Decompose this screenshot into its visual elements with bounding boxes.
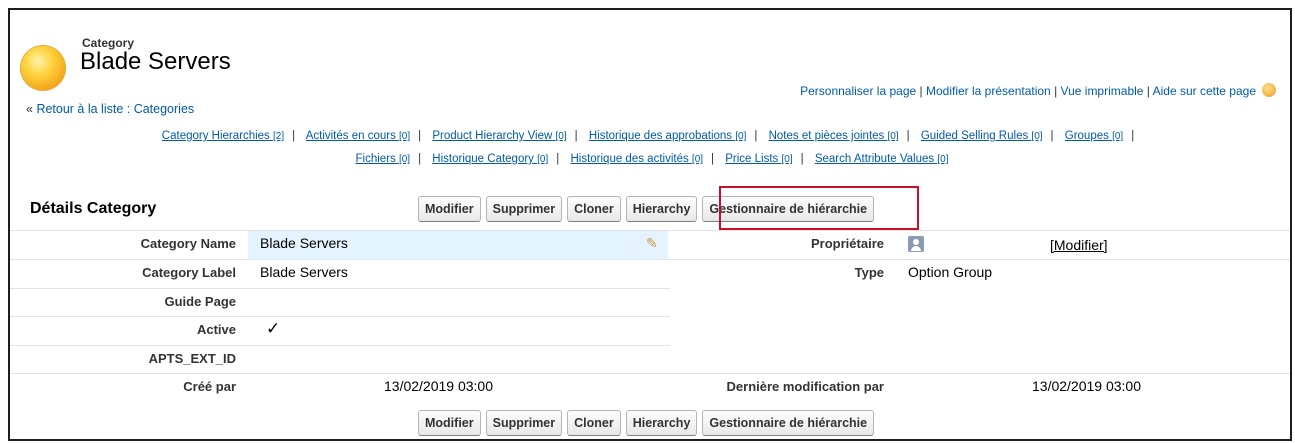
section-title: Détails Category xyxy=(30,200,157,217)
detail-row-5: APTS_EXT_ID xyxy=(10,345,670,374)
clone-button[interactable]: Cloner xyxy=(567,410,621,436)
related-link-groups[interactable]: Groupes [0] xyxy=(1065,130,1123,142)
back-to-list-link[interactable]: Retour à la liste : Categories xyxy=(36,102,194,116)
related-link-activity-history[interactable]: Historique des activités [0] xyxy=(570,153,703,165)
hierarchy-button[interactable]: Hierarchy xyxy=(625,410,698,436)
field-value-type: Option Group xyxy=(908,264,993,280)
category-sun-icon xyxy=(20,45,66,91)
change-owner-link[interactable]: [Modifier] xyxy=(1050,237,1108,253)
edit-pencil-icon[interactable]: ✎ xyxy=(646,235,658,252)
hierarchy-button[interactable]: Hierarchy xyxy=(625,196,698,222)
field-value-category-name: Blade Servers xyxy=(260,235,348,251)
field-label-last-modified-by: Dernière modification par xyxy=(726,379,884,394)
related-list-links: Category Hierarchies [2] | Activités en c… xyxy=(10,125,1290,171)
checkmark-icon: ✓ xyxy=(266,319,281,338)
detail-row-3: Guide Page xyxy=(10,288,670,317)
field-label-apts-ext-id: APTS_EXT_ID xyxy=(148,351,236,366)
related-link-notes-attachments[interactable]: Notes et pièces jointes [0] xyxy=(769,130,899,142)
related-link-approval-history[interactable]: Historique des approbations [0] xyxy=(589,130,747,142)
field-value-created-by: 13/02/2019 03:00 xyxy=(384,378,493,394)
field-label-created-by: Créé par xyxy=(183,379,236,394)
related-link-category-hierarchies[interactable]: Category Hierarchies [2] xyxy=(162,130,284,142)
related-link-category-history[interactable]: Historique Category [0] xyxy=(432,153,548,165)
related-link-search-attribute-values[interactable]: Search Attribute Values [0] xyxy=(815,153,949,165)
delete-button[interactable]: Supprimer xyxy=(485,196,563,222)
help-icon[interactable] xyxy=(1262,83,1276,97)
related-link-open-activities[interactable]: Activités en cours [0] xyxy=(306,130,410,142)
detail-row-1: Category Name Blade Servers ✎ Propriétai… xyxy=(10,230,1290,259)
clone-button[interactable]: Cloner xyxy=(567,196,621,222)
edit-button[interactable]: Modifier xyxy=(418,410,481,436)
related-link-price-lists[interactable]: Price Lists [0] xyxy=(725,153,792,165)
page-utility-links: Personnaliser la page | Modifier la prés… xyxy=(800,83,1276,98)
printable-view-link[interactable]: Vue imprimable xyxy=(1061,84,1144,98)
hierarchy-manager-button[interactable]: Gestionnaire de hiérarchie xyxy=(702,410,875,436)
back-prefix: « xyxy=(26,102,37,116)
link-separator: | xyxy=(1146,84,1150,98)
field-label-type: Type xyxy=(854,265,884,280)
related-links-row-1: Category Hierarchies [2] | Activités en c… xyxy=(161,130,1135,142)
related-link-guided-selling-rules[interactable]: Guided Selling Rules [0] xyxy=(921,130,1043,142)
top-button-bar: Modifier Supprimer Cloner Hierarchy Gest… xyxy=(418,196,875,222)
field-value-last-modified-by: 13/02/2019 03:00 xyxy=(1032,378,1141,394)
breadcrumb: « Retour à la liste : Categories xyxy=(26,102,194,116)
detail-row-2: Category Label Blade Servers Type Option… xyxy=(10,259,1290,288)
field-label-owner: Propriétaire xyxy=(811,236,884,251)
detail-row-6: Créé par 13/02/2019 03:00 Dernière modif… xyxy=(10,373,1290,402)
field-label-active: Active xyxy=(196,322,236,337)
related-links-row-2: Fichiers [0] | Historique Category [0] | H… xyxy=(355,153,949,165)
field-value-category-label: Blade Servers xyxy=(260,264,348,280)
edit-button[interactable]: Modifier xyxy=(418,196,481,222)
customize-page-link[interactable]: Personnaliser la page xyxy=(800,84,916,98)
link-separator: | xyxy=(919,84,923,98)
related-link-files[interactable]: Fichiers [0] xyxy=(356,153,411,165)
user-avatar-icon[interactable] xyxy=(908,236,924,252)
bottom-button-bar: Modifier Supprimer Cloner Hierarchy Gest… xyxy=(418,410,875,436)
record-page: Category Blade Servers Personnaliser la … xyxy=(8,8,1292,441)
hierarchy-manager-button[interactable]: Gestionnaire de hiérarchie xyxy=(702,196,875,222)
field-label-category-label: Category Label xyxy=(142,265,236,280)
edit-layout-link[interactable]: Modifier la présentation xyxy=(926,84,1051,98)
related-link-product-hierarchy-view[interactable]: Product Hierarchy View [0] xyxy=(432,130,566,142)
detail-row-4: Active ✓ xyxy=(10,316,670,345)
page-title: Blade Servers xyxy=(80,48,231,75)
delete-button[interactable]: Supprimer xyxy=(485,410,563,436)
link-separator: | xyxy=(1054,84,1058,98)
field-label-guide-page: Guide Page xyxy=(164,294,236,309)
help-link[interactable]: Aide sur cette page xyxy=(1153,84,1256,98)
field-label-category-name: Category Name xyxy=(140,236,236,251)
